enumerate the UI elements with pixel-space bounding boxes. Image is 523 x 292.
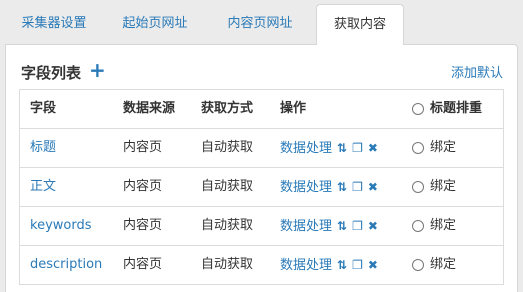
delete-icon[interactable]: ✖ (368, 207, 378, 245)
field-name-link[interactable]: description (30, 246, 102, 284)
panel-title: 字段列表 (21, 64, 82, 82)
tab-collector-settings[interactable]: 采集器设置 (12, 4, 96, 44)
copy-icon[interactable]: ❐ (352, 129, 363, 167)
plus-icon[interactable]: + (89, 59, 106, 81)
add-default-link[interactable]: 添加默认 (451, 62, 503, 81)
data-process-link[interactable]: 数据处理 (280, 219, 332, 234)
method-cell: 自动获取 (201, 218, 254, 233)
bind-radio[interactable] (412, 142, 424, 154)
bind-radio[interactable] (412, 220, 424, 232)
delete-icon[interactable]: ✖ (368, 129, 378, 167)
field-name-link[interactable]: 标题 (30, 129, 56, 167)
method-cell: 自动获取 (201, 257, 254, 272)
source-cell: 内容页 (123, 179, 163, 194)
bind-label: 绑定 (430, 257, 457, 272)
method-cell: 自动获取 (201, 140, 254, 155)
table-row: keywords 内容页 自动获取 数据处理 ⇅ ❐ ✖ 绑定 (20, 206, 503, 245)
table-header-row: 字段 数据来源 获取方式 操作 标题排重 (20, 90, 503, 128)
header-action: 操作 (280, 101, 307, 116)
table-row: description 内容页 自动获取 数据处理 ⇅ ❐ ✖ 绑定 (20, 245, 503, 284)
sort-icon[interactable]: ⇅ (337, 168, 347, 206)
field-list-panel: 字段列表 + 添加默认 字段 数据来源 获取方式 操作 标题排重 标题 内容页 … (5, 44, 518, 292)
header-field: 字段 (30, 101, 57, 116)
bind-label: 绑定 (430, 218, 457, 233)
action-cell: 数据处理 ⇅ ❐ ✖ (280, 246, 378, 285)
tab-content-urls[interactable]: 内容页网址 (214, 4, 306, 44)
dedupe-radio[interactable] (412, 103, 424, 115)
sort-icon[interactable]: ⇅ (337, 246, 347, 284)
fields-table: 字段 数据来源 获取方式 操作 标题排重 标题 内容页 自动获取 数据处理 ⇅ ❐ ✖… (19, 89, 504, 285)
header-method: 获取方式 (201, 101, 254, 116)
copy-icon[interactable]: ❐ (352, 207, 363, 245)
data-process-link[interactable]: 数据处理 (280, 258, 332, 273)
field-name-link[interactable]: 正文 (30, 168, 56, 206)
delete-icon[interactable]: ✖ (368, 168, 378, 206)
copy-icon[interactable]: ❐ (352, 168, 363, 206)
header-dedupe: 标题排重 (430, 101, 483, 116)
sort-icon[interactable]: ⇅ (337, 129, 347, 167)
field-name-link[interactable]: keywords (30, 207, 91, 245)
bind-radio[interactable] (412, 259, 424, 271)
header-source: 数据来源 (123, 101, 176, 116)
table-row: 标题 内容页 自动获取 数据处理 ⇅ ❐ ✖ 绑定 (20, 128, 503, 167)
source-cell: 内容页 (123, 257, 163, 272)
table-row: 正文 内容页 自动获取 数据处理 ⇅ ❐ ✖ 绑定 (20, 167, 503, 206)
action-cell: 数据处理 ⇅ ❐ ✖ (280, 129, 378, 168)
tab-get-content[interactable]: 获取内容 (316, 4, 404, 45)
tab-bar: 采集器设置 起始页网址 内容页网址 获取内容 (0, 0, 523, 45)
delete-icon[interactable]: ✖ (368, 246, 378, 284)
source-cell: 内容页 (123, 140, 163, 155)
action-cell: 数据处理 ⇅ ❐ ✖ (280, 207, 378, 246)
tab-start-urls[interactable]: 起始页网址 (110, 4, 200, 44)
sort-icon[interactable]: ⇅ (337, 207, 347, 245)
bind-label: 绑定 (430, 140, 457, 155)
source-cell: 内容页 (123, 218, 163, 233)
action-cell: 数据处理 ⇅ ❐ ✖ (280, 168, 378, 207)
copy-icon[interactable]: ❐ (352, 246, 363, 284)
data-process-link[interactable]: 数据处理 (280, 141, 332, 156)
bind-label: 绑定 (430, 179, 457, 194)
method-cell: 自动获取 (201, 179, 254, 194)
data-process-link[interactable]: 数据处理 (280, 180, 332, 195)
bind-radio[interactable] (412, 181, 424, 193)
